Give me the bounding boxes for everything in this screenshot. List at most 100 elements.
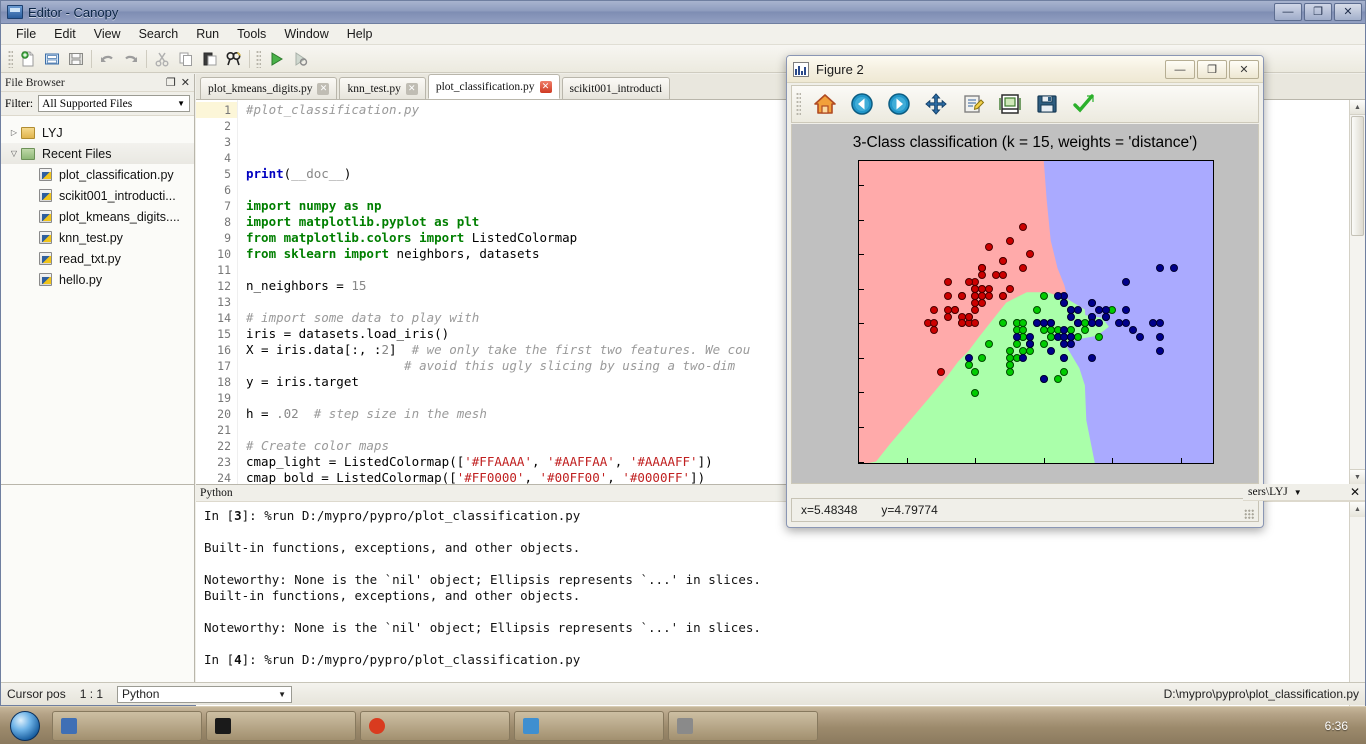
- tree-item-knn-test[interactable]: knn_test.py: [1, 227, 194, 248]
- toolbar-grip-2[interactable]: [256, 49, 261, 68]
- line-number: 21: [217, 423, 231, 437]
- figure-canvas[interactable]: 3-Class classification (k = 15, weights …: [791, 124, 1259, 484]
- paste-icon[interactable]: [198, 48, 222, 70]
- scatter-point: [1033, 319, 1041, 328]
- working-directory-combobox[interactable]: sers\LYJ ▼ ✕: [1243, 484, 1365, 501]
- toolbar-grip[interactable]: [8, 49, 13, 68]
- plot-title: 3-Class classification (k = 15, weights …: [852, 134, 1198, 151]
- figure-toolbar: [791, 85, 1259, 123]
- close-pane-icon[interactable]: ✕: [1350, 485, 1360, 500]
- minimize-button[interactable]: —: [1274, 3, 1302, 21]
- run-icon[interactable]: [264, 48, 288, 70]
- taskbar-item[interactable]: [360, 710, 510, 741]
- accept-checkmark-icon[interactable]: [1067, 89, 1101, 119]
- taskbar-item-icon: [523, 717, 539, 734]
- new-file-icon[interactable]: [16, 48, 40, 70]
- python-shell-output[interactable]: In [3]: %run D:/mypro/pypro/plot_classif…: [196, 502, 1349, 707]
- menu-item-window[interactable]: Window: [275, 25, 337, 43]
- start-button[interactable]: [2, 709, 48, 743]
- cut-icon[interactable]: [150, 48, 174, 70]
- tab-close-icon[interactable]: ✕: [539, 80, 552, 93]
- maximize-button[interactable]: ❐: [1304, 3, 1332, 21]
- tab-plot-classification[interactable]: plot_classification.py ✕: [427, 74, 560, 99]
- open-file-icon[interactable]: [40, 48, 64, 70]
- resize-grip-icon[interactable]: [1244, 509, 1254, 519]
- scatter-point: [1067, 312, 1076, 321]
- menu-item-view[interactable]: View: [85, 25, 130, 43]
- run-debug-icon[interactable]: [288, 48, 312, 70]
- scatter-point: [978, 264, 987, 273]
- matplotlib-figure-window: Figure 2 — ❐ ✕ 3-Class classification (k…: [786, 55, 1264, 528]
- taskbar-item[interactable]: [514, 710, 664, 741]
- menu-item-help[interactable]: Help: [338, 25, 382, 43]
- tab-scikit001-introduction[interactable]: scikit001_introducti: [561, 77, 671, 99]
- restore-panel-icon[interactable]: ❐: [166, 76, 176, 89]
- filter-combobox[interactable]: All Supported Files ▼: [38, 95, 190, 112]
- tab-plot-kmeans-digits[interactable]: plot_kmeans_digits.py ✕: [200, 77, 338, 99]
- menu-item-run[interactable]: Run: [187, 25, 228, 43]
- toolbar-separator: [91, 49, 92, 68]
- save-file-icon[interactable]: [64, 48, 88, 70]
- taskbar-item[interactable]: [668, 710, 818, 741]
- scatter-point: [1156, 264, 1165, 273]
- expand-arrow-icon[interactable]: ▷: [7, 128, 21, 137]
- tree-item-plot-classification[interactable]: plot_classification.py: [1, 164, 194, 185]
- copy-icon[interactable]: [174, 48, 198, 70]
- scroll-up-arrow-icon[interactable]: ▲: [1350, 502, 1365, 517]
- tab-close-icon[interactable]: ✕: [405, 82, 418, 95]
- figure-maximize-button[interactable]: ❐: [1197, 60, 1227, 79]
- tab-label: scikit001_introducti: [569, 82, 663, 95]
- scrollbar-thumb[interactable]: [1351, 116, 1364, 236]
- menu-item-file[interactable]: File: [7, 25, 45, 43]
- save-figure-icon[interactable]: [1030, 89, 1064, 119]
- taskbar-clock[interactable]: 6:36: [1325, 719, 1348, 733]
- find-replace-icon[interactable]: [222, 48, 246, 70]
- plot-axes[interactable]: 1.01.52.02.53.03.54.04.55.045678: [858, 160, 1214, 464]
- figure-status-bar: x=5.48348 y=4.79774: [791, 498, 1259, 522]
- shell-vertical-scrollbar[interactable]: ▲: [1349, 502, 1365, 707]
- tree-item-lyj[interactable]: ▷ LYJ: [1, 122, 194, 143]
- tree-item-read-txt[interactable]: read_txt.py: [1, 248, 194, 269]
- menu-item-edit[interactable]: Edit: [45, 25, 85, 43]
- language-combobox[interactable]: Python ▼: [117, 685, 293, 703]
- tree-item-plot-kmeans-digits[interactable]: plot_kmeans_digits....: [1, 206, 194, 227]
- scroll-up-arrow-icon[interactable]: ▲: [1350, 100, 1365, 115]
- x-axis-tick-mark: [975, 458, 977, 463]
- redo-icon[interactable]: [119, 48, 143, 70]
- configure-subplots-icon[interactable]: [993, 89, 1027, 119]
- undo-icon[interactable]: [95, 48, 119, 70]
- x-axis-tick-mark: [906, 458, 908, 463]
- figure-toolbar-grip[interactable]: [796, 92, 801, 116]
- line-number: 20: [217, 407, 231, 421]
- tree-item-scikit001[interactable]: scikit001_introducti...: [1, 185, 194, 206]
- zoom-rect-icon[interactable]: [956, 89, 990, 119]
- collapse-arrow-icon[interactable]: ▽: [7, 149, 21, 158]
- taskbar-item[interactable]: [206, 710, 356, 741]
- editor-vertical-scrollbar[interactable]: ▲ ▼: [1349, 100, 1365, 484]
- chevron-down-icon: ▼: [177, 99, 185, 108]
- figure-close-button[interactable]: ✕: [1229, 60, 1259, 79]
- forward-arrow-icon[interactable]: [882, 89, 916, 119]
- language-value: Python: [122, 687, 160, 701]
- tab-knn-test[interactable]: knn_test.py ✕: [339, 77, 426, 99]
- home-icon[interactable]: [808, 89, 842, 119]
- tab-close-icon[interactable]: ✕: [317, 82, 330, 95]
- tree-item-recent-files[interactable]: ▽ Recent Files: [1, 143, 194, 164]
- python-shell-title: Python: [200, 487, 233, 499]
- close-panel-icon[interactable]: ✕: [181, 76, 190, 89]
- tab-label: plot_classification.py: [435, 80, 535, 93]
- back-arrow-icon[interactable]: [845, 89, 879, 119]
- menu-item-search[interactable]: Search: [130, 25, 188, 43]
- line-number: 9: [224, 231, 231, 245]
- scroll-down-arrow-icon[interactable]: ▼: [1350, 469, 1365, 484]
- figure-minimize-button[interactable]: —: [1165, 60, 1195, 79]
- taskbar-item[interactable]: [52, 710, 202, 741]
- pan-move-icon[interactable]: [919, 89, 953, 119]
- menu-item-tools[interactable]: Tools: [228, 25, 275, 43]
- close-button[interactable]: ✕: [1334, 3, 1362, 21]
- scatter-point: [1005, 367, 1014, 376]
- scatter-point: [998, 271, 1007, 279]
- tree-item-hello[interactable]: hello.py: [1, 269, 194, 290]
- chevron-down-icon[interactable]: ▼: [1294, 488, 1302, 497]
